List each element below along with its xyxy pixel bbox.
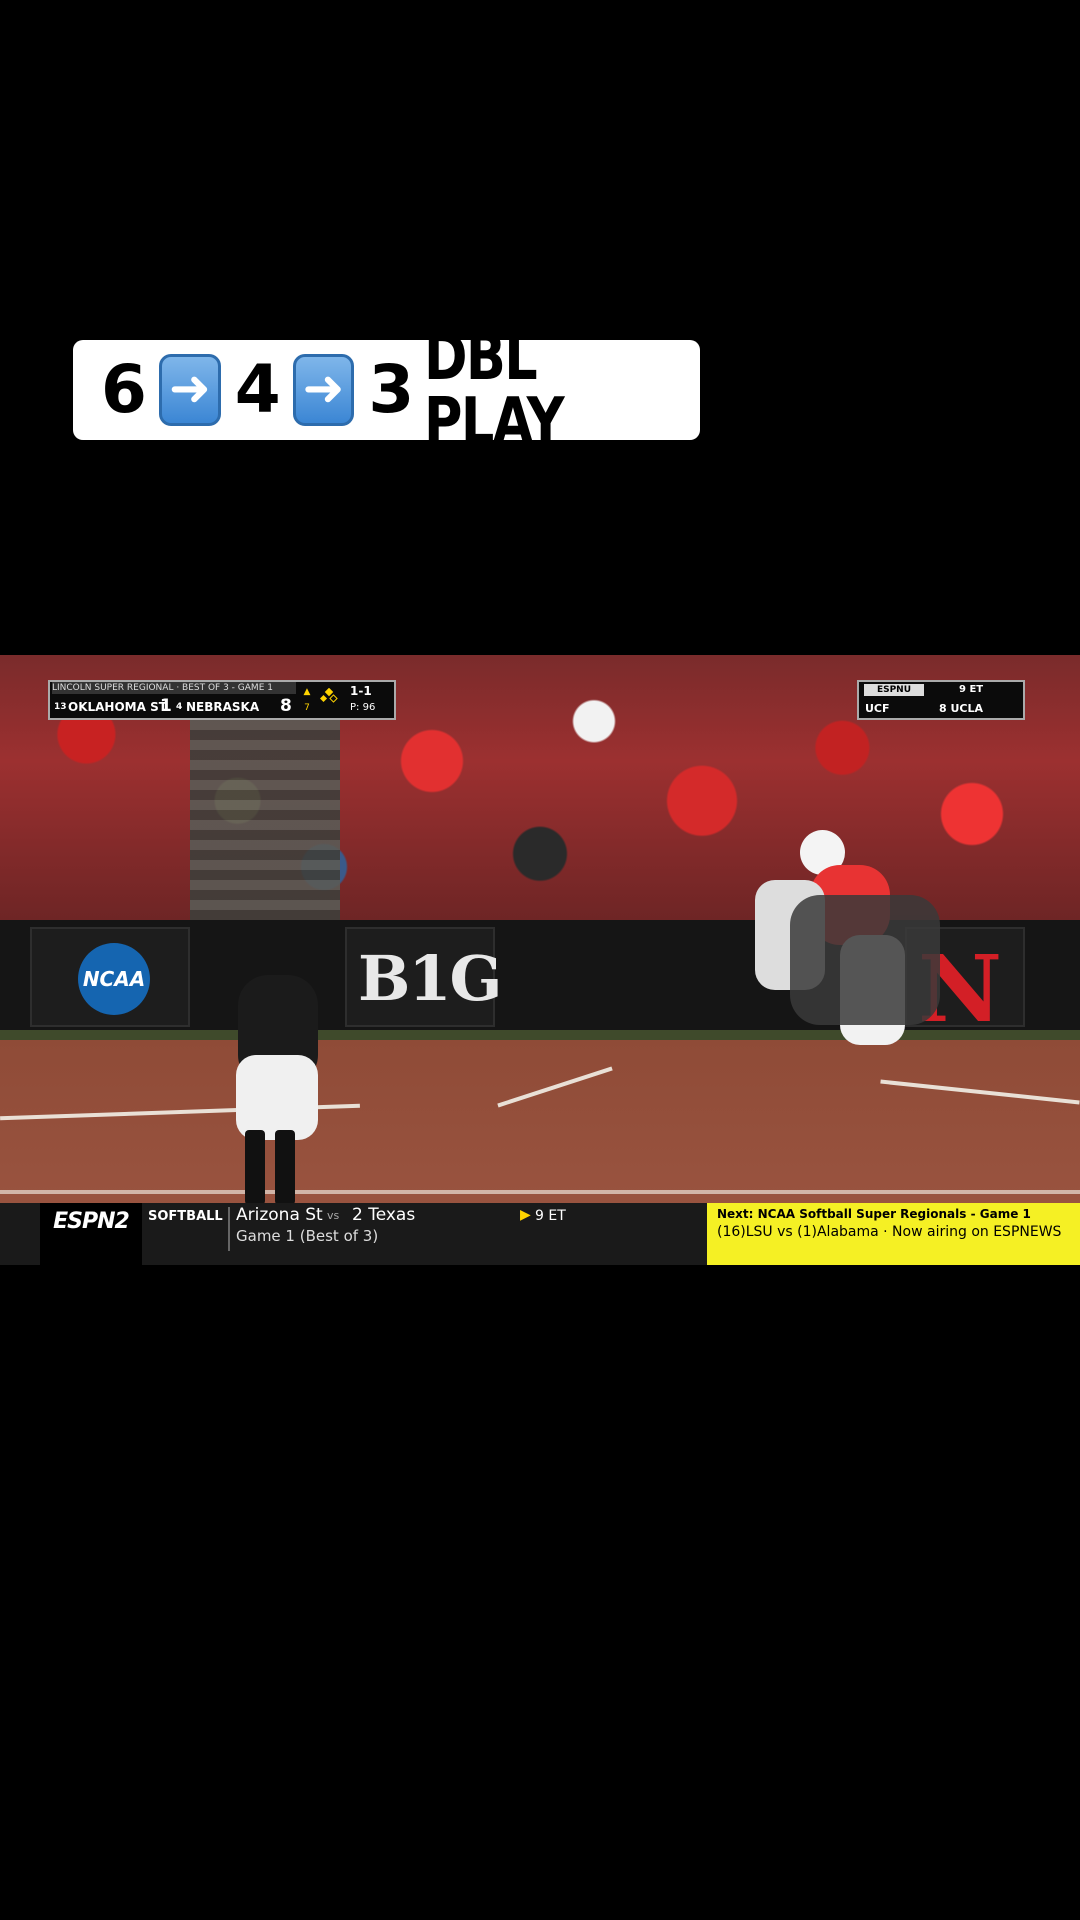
home-team: NEBRASKA [186, 700, 260, 714]
scorebug-header: LINCOLN SUPER REGIONAL · BEST OF 3 - GAM… [52, 682, 296, 694]
network-label: ESPNU [864, 684, 924, 696]
bases-diamond-icon [320, 688, 338, 703]
away-rank: 13 [54, 702, 67, 712]
play-icon: ▶ [520, 1207, 531, 1223]
right-arrow-icon: ➜ [292, 354, 355, 426]
ticker-subline: Game 1 (Best of 3) [236, 1227, 379, 1245]
pitcher-leg [245, 1130, 265, 1205]
other-team-2: 8 UCLA [939, 702, 984, 715]
next-up-body: (16)LSU vs (1)Alabama · Now airing on ES… [717, 1224, 1062, 1240]
home-rank: 4 [176, 702, 183, 712]
bottom-ticker: ESPN2 SOFTBALL Arizona St vs 2 Texas Gam… [0, 1203, 1080, 1265]
video-frame[interactable]: NCAA B1G N LINCOLN SUPER REGIONAL · BEST… [0, 655, 1080, 1265]
field-line [0, 1190, 1080, 1194]
caption-text: DBL PLAY [424, 321, 565, 459]
inning-indicator: ▲ 7 [300, 684, 314, 716]
caption-number-2: 4 [234, 351, 281, 428]
ticker-time: 9 ET [535, 1208, 566, 1224]
ball-strike-count: 1-1 [350, 684, 372, 698]
game-time: 9 ET [959, 684, 984, 695]
ticker-vs: vs [327, 1209, 340, 1222]
pitcher-pants [236, 1055, 318, 1140]
ticker-divider [228, 1207, 230, 1251]
umpire [790, 895, 940, 1025]
ticker-team-1: Arizona St [236, 1205, 323, 1225]
pitch-count: P: 96 [350, 702, 376, 713]
pitcher-leg [275, 1130, 295, 1205]
next-up-panel: Next: NCAA Softball Super Regionals - Ga… [707, 1203, 1080, 1265]
caption-number-3: 3 [368, 351, 414, 428]
other-game-bug: ESPNU 9 ET UCF 8 UCLA [857, 680, 1025, 720]
ticker-team-2: 2 Texas [352, 1205, 416, 1225]
inning-half-icon: ▲ [303, 687, 311, 697]
caption-number-1: 6 [101, 351, 147, 428]
right-arrow-icon: ➜ [158, 354, 221, 426]
espn2-logo: ESPN2 [40, 1203, 142, 1265]
ticker-sport: SOFTBALL [148, 1209, 223, 1224]
scorebug: LINCOLN SUPER REGIONAL · BEST OF 3 - GAM… [48, 680, 396, 720]
away-score: 1 [160, 696, 172, 716]
caption-banner: 6 ➜ 4 ➜ 3 DBL PLAY [73, 326, 700, 454]
home-score: 8 [280, 696, 292, 716]
away-team: OKLAHOMA ST [68, 700, 167, 714]
next-up-title: Next: NCAA Softball Super Regionals - Ga… [717, 1207, 1031, 1221]
other-team-1: UCF [865, 702, 890, 715]
infield-dirt [0, 1030, 1080, 1215]
stadium-stairs [190, 720, 340, 920]
inning-number: 7 [304, 703, 310, 713]
ncaa-logo: NCAA [78, 943, 150, 1015]
big-ten-logo: B1G [358, 942, 502, 1015]
